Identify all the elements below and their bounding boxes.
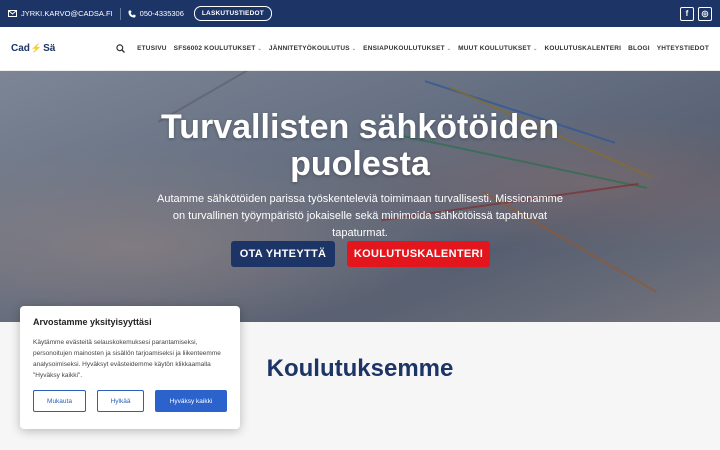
chevron-down-icon: ⌄ — [351, 45, 357, 52]
top-bar: JYRKI.KARVO@CADSA.FI 050-4335306 LASKUTU… — [0, 0, 720, 27]
training-calendar-button[interactable]: KOULUTUSKALENTERI — [347, 241, 490, 267]
email-link[interactable]: JYRKI.KARVO@CADSA.FI — [8, 9, 113, 18]
hero-content: Turvallisten sähkötöiden puolesta Autamm… — [0, 71, 720, 322]
cookie-text: Käytämme evästeitä selauskokemuksesi par… — [33, 339, 221, 379]
cookie-consent-dialog: Arvostamme yksityisyyttäsi Käytämme eväs… — [20, 306, 240, 429]
hero-banner: Turvallisten sähkötöiden puolesta Autamm… — [0, 71, 720, 322]
chevron-down-icon: ⌄ — [533, 45, 538, 52]
nav-home[interactable]: ETUSIVU — [137, 45, 167, 52]
nav-label: KOULUTUSKALENTERI — [544, 45, 622, 52]
nav-other-trainings[interactable]: MUUT KOULUTUKSET ⌄ — [458, 45, 537, 52]
nav-calendar[interactable]: KOULUTUSKALENTERI — [544, 45, 621, 52]
chevron-down-icon: ⌄ — [446, 45, 452, 52]
nav-contact[interactable]: YHTEYSTIEDOT — [657, 45, 709, 52]
hero-description: Autamme sähkötöiden parissa työskentelev… — [157, 193, 563, 239]
nav-blog[interactable]: BLOGI — [628, 45, 650, 52]
hero-title-line2: puolesta — [290, 145, 430, 183]
nav-label: MUUT KOULUTUKSET — [458, 45, 532, 52]
accept-all-button[interactable]: Hyväksy kaikki — [155, 390, 227, 412]
nav-first-aid[interactable]: ENSIAPUKOULUTUKSET ⌄ — [363, 45, 451, 52]
bolt-icon: ⚡ — [30, 43, 43, 53]
facebook-icon[interactable]: f — [680, 6, 694, 21]
main-nav: ETUSIVU SFS6002 KOULUTUKSET ⌄ JÄNNITETYÖK… — [113, 42, 709, 56]
nav-label: BLOGI — [628, 45, 650, 52]
nav-label: SFS6002 KOULUTUKSET — [173, 45, 256, 52]
main-header: Cad ⚡ Sä ETUSIVU SFS6002 KOULUTUKSET ⌄ JÄ… — [0, 27, 720, 71]
cookie-title: Arvostamme yksityisyyttäsi — [33, 317, 152, 327]
customize-button[interactable]: Mukauta — [33, 390, 86, 412]
hero-title-line1: Turvallisten sähkötöiden — [160, 108, 559, 146]
phone-icon — [128, 10, 136, 17]
mail-icon — [8, 10, 17, 17]
logo-text-left: Cad — [11, 43, 30, 54]
hero-title: Turvallisten sähkötöiden puolesta — [0, 109, 720, 183]
nav-live-work[interactable]: JÄNNITETYÖKOULUTUS ⌄ — [269, 45, 356, 52]
divider — [119, 7, 121, 20]
site-logo[interactable]: Cad ⚡ Sä — [11, 43, 55, 54]
phone-text: 050-4335306 — [139, 9, 184, 18]
nav-label: JÄNNITETYÖKOULUTUS — [268, 45, 350, 52]
nav-label: ENSIAPUKOULUTUKSET — [363, 45, 445, 52]
nav-sfs6002[interactable]: SFS6002 KOULUTUKSET ⌄ — [174, 45, 262, 52]
chevron-down-icon: ⌄ — [257, 45, 262, 52]
cookie-buttons: Mukauta Hylkää Hyväksy kaikki — [33, 390, 227, 412]
billing-info-button[interactable]: LASKUTUSTIEDOT — [193, 6, 272, 21]
logo-text-right: Sä — [43, 43, 56, 54]
nav-label: ETUSIVU — [137, 45, 167, 52]
phone-link[interactable]: 050-4335306 — [128, 9, 184, 18]
email-text: JYRKI.KARVO@CADSA.FI — [21, 9, 113, 18]
search-icon[interactable] — [113, 42, 127, 56]
nav-label: YHTEYSTIEDOT — [656, 45, 709, 52]
instagram-icon[interactable]: ◎ — [698, 6, 712, 21]
social-links: f ◎ — [680, 6, 712, 21]
contact-button[interactable]: OTA YHTEYTTÄ — [231, 241, 335, 267]
reject-button[interactable]: Hylkää — [97, 390, 144, 412]
